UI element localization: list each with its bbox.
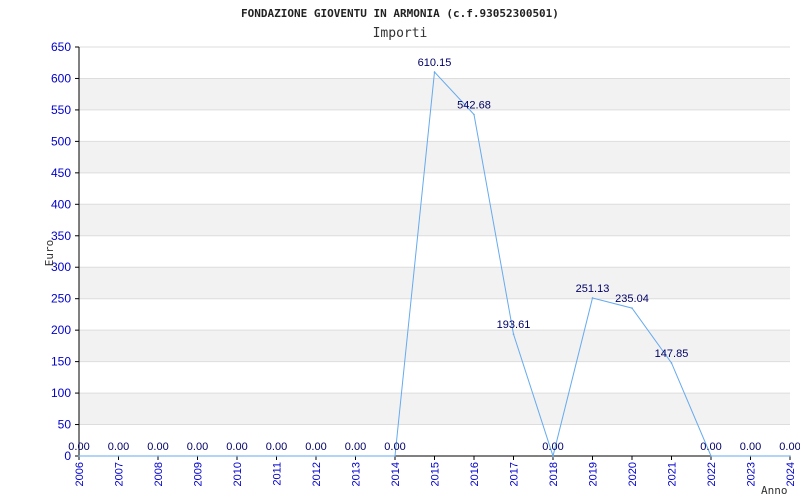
y-tick-label: 650 bbox=[51, 40, 71, 54]
grid-band bbox=[79, 78, 790, 110]
x-tick-label: 2017 bbox=[509, 462, 521, 486]
y-tick-label: 250 bbox=[51, 292, 71, 306]
data-point bbox=[78, 455, 80, 457]
x-tick-label: 2013 bbox=[351, 462, 363, 486]
data-label: 193.61 bbox=[497, 319, 531, 331]
x-tick-label: 2020 bbox=[627, 462, 639, 486]
y-tick-label: 450 bbox=[51, 166, 71, 180]
data-label: 610.15 bbox=[418, 57, 452, 69]
grid-band bbox=[79, 141, 790, 173]
y-tick-label: 400 bbox=[51, 197, 71, 211]
x-tick-label: 2016 bbox=[469, 462, 481, 486]
data-label: 0.00 bbox=[108, 441, 129, 453]
x-tick-label: 2018 bbox=[548, 462, 560, 486]
x-tick-label: 2009 bbox=[193, 462, 205, 486]
x-axis-ticks: 2006 2007 2008 2009 2010 2011 2012 2013 2014 2015… bbox=[74, 456, 797, 486]
x-tick-label: 2019 bbox=[588, 462, 600, 486]
data-label: 542.68 bbox=[457, 100, 491, 112]
grid-band bbox=[79, 204, 790, 236]
data-label: 0.00 bbox=[226, 441, 247, 453]
data-label: 0.00 bbox=[779, 441, 800, 453]
x-tick-label: 2010 bbox=[232, 462, 244, 486]
data-point bbox=[631, 307, 633, 309]
grid-band bbox=[79, 172, 790, 205]
y-tick-label: 50 bbox=[58, 418, 72, 432]
x-tick-label: 2022 bbox=[706, 462, 718, 486]
data-point bbox=[433, 71, 436, 73]
data-label: 251.13 bbox=[576, 283, 610, 295]
x-tick-label: 2023 bbox=[746, 462, 758, 486]
data-point bbox=[789, 455, 791, 457]
x-axis-title: Anno bbox=[761, 484, 788, 497]
x-tick-label: 2008 bbox=[153, 462, 165, 486]
data-label: 0.00 bbox=[542, 441, 563, 453]
data-point bbox=[315, 455, 317, 457]
data-point bbox=[473, 113, 475, 116]
grid-band bbox=[79, 267, 790, 299]
x-tick-label: 2012 bbox=[311, 462, 323, 486]
data-label: 0.00 bbox=[384, 441, 405, 453]
chart-title: FONDAZIONE GIOVENTU IN ARMONIA (c.f.9305… bbox=[241, 7, 559, 20]
grid-band bbox=[79, 393, 790, 425]
data-point bbox=[670, 362, 673, 364]
data-point bbox=[749, 455, 752, 457]
data-label: 147.85 bbox=[655, 348, 689, 360]
grid-band bbox=[79, 109, 790, 142]
y-tick-label: 500 bbox=[51, 134, 71, 148]
x-tick-label: 2007 bbox=[114, 462, 126, 486]
y-tick-label: 200 bbox=[51, 323, 71, 337]
data-point bbox=[236, 455, 238, 457]
data-label: 0.00 bbox=[305, 441, 326, 453]
grid-bands bbox=[79, 47, 790, 456]
chart-subtitle: Importi bbox=[373, 26, 428, 41]
y-tick-label: 150 bbox=[51, 355, 71, 369]
grid-band bbox=[79, 298, 790, 331]
data-point bbox=[196, 455, 199, 457]
grid-band bbox=[79, 361, 790, 394]
data-point bbox=[552, 455, 554, 457]
data-point bbox=[275, 455, 278, 457]
data-label: 0.00 bbox=[740, 441, 761, 453]
data-point bbox=[710, 455, 712, 457]
data-label: 0.00 bbox=[266, 441, 287, 453]
x-tick-label: 2024 bbox=[785, 462, 797, 486]
data-label: 235.04 bbox=[615, 293, 649, 305]
y-axis-title: Euro bbox=[43, 240, 56, 267]
data-point bbox=[354, 455, 357, 457]
x-tick-label: 2015 bbox=[430, 462, 442, 486]
data-point bbox=[512, 333, 515, 335]
y-tick-label: 600 bbox=[51, 71, 71, 85]
y-tick-label: 550 bbox=[51, 103, 71, 117]
data-label: 0.00 bbox=[147, 441, 168, 453]
grid-band bbox=[79, 235, 790, 268]
x-tick-label: 2006 bbox=[74, 462, 86, 486]
data-point bbox=[394, 455, 396, 457]
data-point bbox=[157, 455, 159, 457]
y-tick-label: 100 bbox=[51, 386, 71, 400]
data-point bbox=[117, 455, 120, 457]
x-tick-label: 2014 bbox=[390, 462, 402, 486]
data-label: 0.00 bbox=[345, 441, 366, 453]
x-tick-label: 2011 bbox=[272, 462, 284, 486]
data-label: 0.00 bbox=[187, 441, 208, 453]
grid-band bbox=[79, 424, 790, 456]
x-tick-label: 2021 bbox=[667, 462, 679, 486]
data-point bbox=[591, 297, 594, 299]
data-label: 0.00 bbox=[700, 441, 721, 453]
chart: FONDAZIONE GIOVENTU IN ARMONIA (c.f.9305… bbox=[43, 7, 800, 497]
data-label: 0.00 bbox=[68, 441, 89, 453]
